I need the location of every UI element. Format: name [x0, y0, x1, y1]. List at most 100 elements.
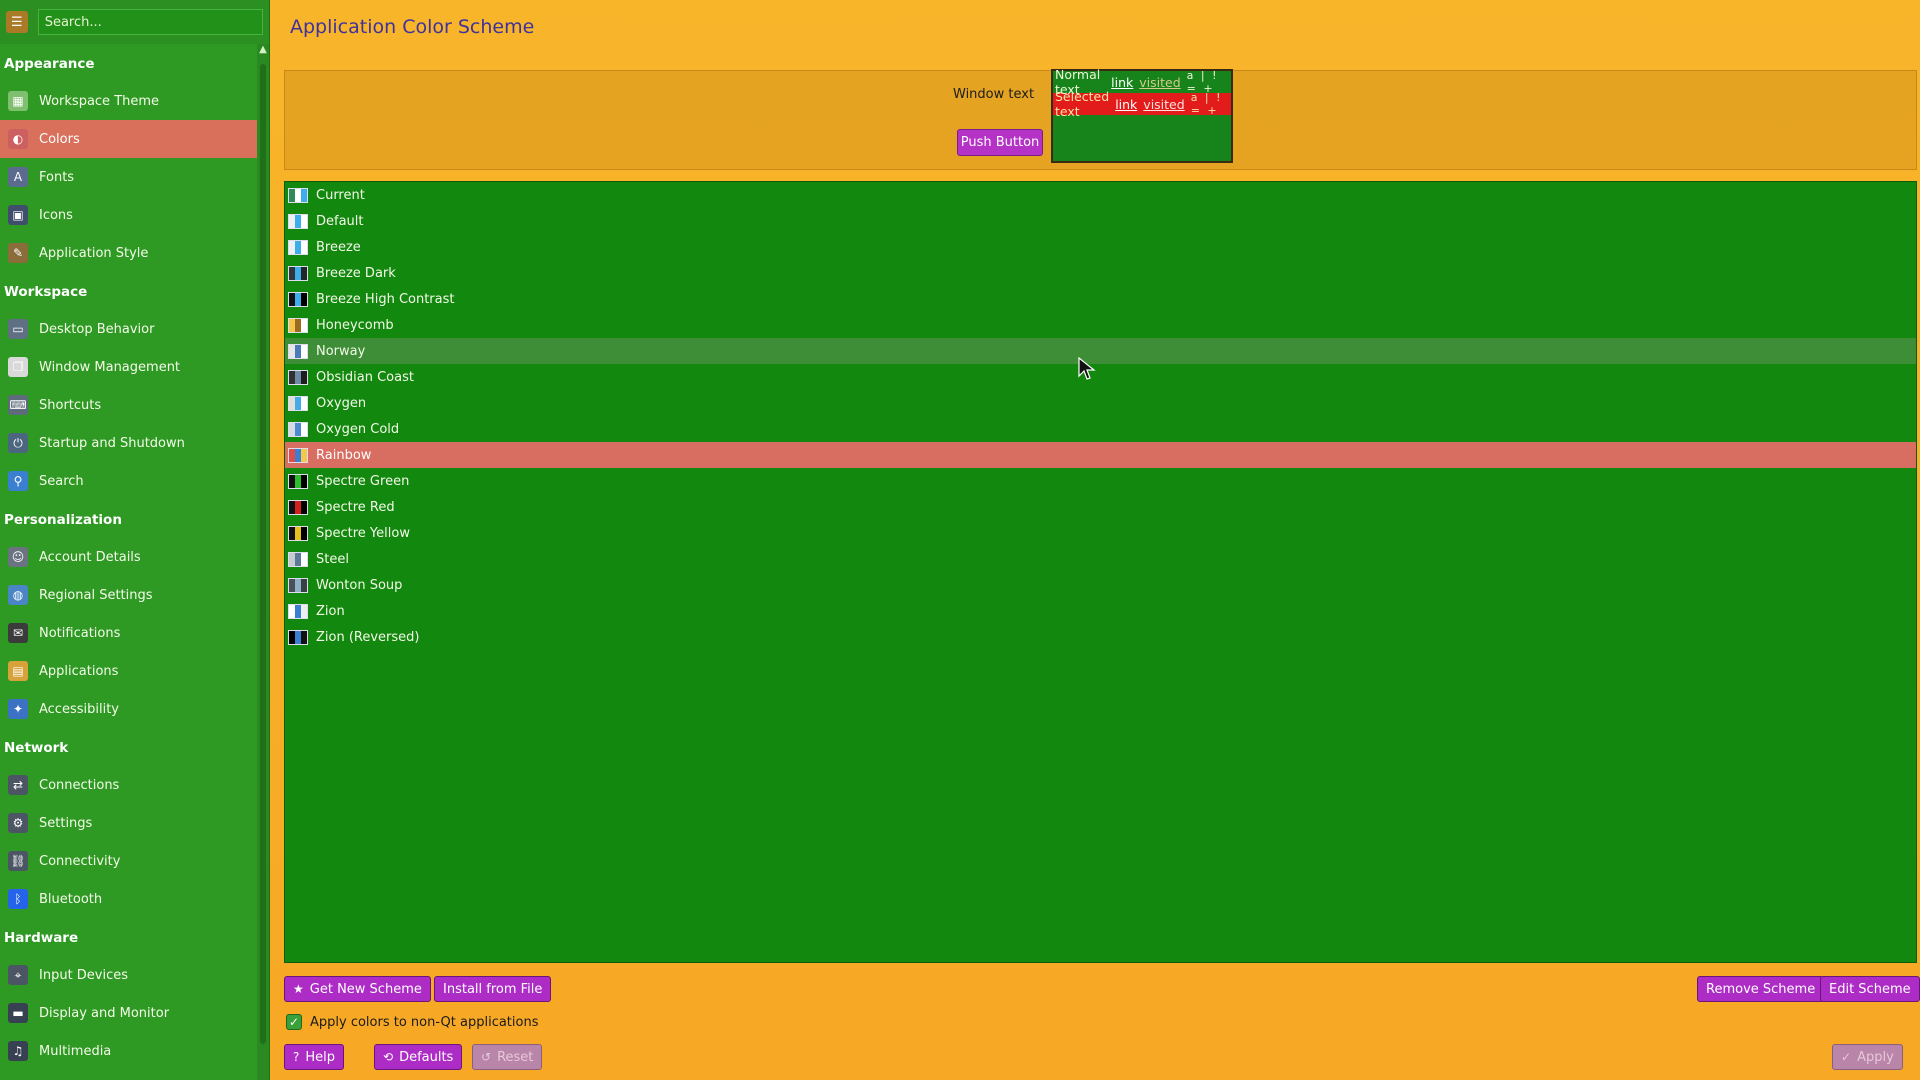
- scheme-item[interactable]: Breeze: [285, 234, 1916, 260]
- sidebar-item-label: Notifications: [39, 625, 121, 641]
- desktop-behavior-icon: ▭: [8, 319, 28, 339]
- sidebar-item-label: Settings: [39, 815, 93, 831]
- sidebar-scrollbar[interactable]: ▲: [257, 44, 269, 1080]
- network-settings-icon: ⚙: [8, 813, 28, 833]
- sidebar-item-shortcuts[interactable]: ⌨ Shortcuts: [0, 386, 258, 424]
- scheme-item[interactable]: Oxygen: [285, 390, 1916, 416]
- scheme-item[interactable]: Honeycomb: [285, 312, 1916, 338]
- input-devices-icon: ⌖: [8, 965, 28, 985]
- main-panel: Application Color Scheme Window text Pus…: [270, 0, 1920, 1080]
- hamburger-menu-icon[interactable]: ☰: [6, 11, 28, 33]
- scheme-name: Obsidian Coast: [316, 369, 414, 385]
- scheme-swatch-icon: [288, 421, 308, 437]
- scheme-item[interactable]: Spectre Green: [285, 468, 1916, 494]
- sidebar-item-icons[interactable]: ▣ Icons: [0, 196, 258, 234]
- defaults-button[interactable]: ⟲ Defaults: [374, 1044, 463, 1070]
- icons-icon: ▣: [8, 205, 28, 225]
- accessibility-icon: ✦: [8, 699, 28, 719]
- apply-non-qt-label: Apply colors to non-Qt applications: [310, 1014, 539, 1030]
- sidebar-item-label: Desktop Behavior: [39, 321, 155, 337]
- window-management-icon: ❐: [8, 357, 28, 377]
- scheme-item[interactable]: Breeze High Contrast: [285, 286, 1916, 312]
- scheme-item[interactable]: Breeze Dark: [285, 260, 1916, 286]
- sidebar-section-hardware: Hardware: [4, 930, 79, 946]
- preview-visited[interactable]: visited: [1139, 75, 1180, 90]
- sidebar-item-bluetooth[interactable]: ᛒ Bluetooth: [0, 880, 258, 918]
- sidebar-item-window-management[interactable]: ❐ Window Management: [0, 348, 258, 386]
- sidebar-item-search[interactable]: ⚲ Search: [0, 462, 258, 500]
- edit-scheme-button[interactable]: Edit Scheme: [1820, 976, 1920, 1002]
- sidebar-item-desktop-behavior[interactable]: ▭ Desktop Behavior: [0, 310, 258, 348]
- check-icon: ✓: [1841, 1050, 1852, 1064]
- sidebar-item-connectivity[interactable]: ⛓ Connectivity: [0, 842, 258, 880]
- get-new-scheme-button[interactable]: ★ Get New Scheme: [284, 976, 431, 1002]
- sidebar-item-application-style[interactable]: ✎ Application Style: [0, 234, 258, 272]
- scheme-item[interactable]: Zion: [285, 598, 1916, 624]
- scheme-item[interactable]: Spectre Red: [285, 494, 1916, 520]
- remove-scheme-button[interactable]: Remove Scheme: [1697, 976, 1825, 1002]
- sidebar-item-applications[interactable]: ▤ Applications: [0, 652, 258, 690]
- preview-link[interactable]: link: [1111, 75, 1133, 90]
- preview-selected-link[interactable]: link: [1115, 97, 1137, 112]
- scheme-item[interactable]: Current: [285, 182, 1916, 208]
- sidebar-item-colors[interactable]: ◐ Colors: [0, 120, 258, 158]
- preview-selected-visited[interactable]: visited: [1143, 97, 1184, 112]
- scheme-item[interactable]: Obsidian Coast: [285, 364, 1916, 390]
- scheme-swatch-icon: [288, 603, 308, 619]
- sidebar-item-startup-shutdown[interactable]: ⏻ Startup and Shutdown: [0, 424, 258, 462]
- shortcuts-icon: ⌨: [8, 395, 28, 415]
- apply-non-qt-checkbox[interactable]: ✓: [286, 1014, 302, 1030]
- reset-button[interactable]: ↺ Reset: [472, 1044, 543, 1070]
- edit-scheme-label: Edit Scheme: [1829, 981, 1911, 997]
- sidebar-item-label: Colors: [39, 131, 80, 147]
- scheme-name: Zion (Reversed): [316, 629, 420, 645]
- scroll-up-icon[interactable]: ▲: [257, 44, 269, 60]
- preview-text-samples: Normal text link visited a | ! = + Selec…: [1051, 67, 1233, 163]
- preview-selected-row: Selected text link visited a | ! = +: [1053, 89, 1231, 119]
- scheme-item[interactable]: Norway: [285, 338, 1916, 364]
- scheme-swatch-icon: [288, 187, 308, 203]
- sidebar-item-fonts[interactable]: A Fonts: [0, 158, 258, 196]
- sidebar-item-network-settings[interactable]: ⚙ Settings: [0, 804, 258, 842]
- reset-label: Reset: [497, 1049, 534, 1065]
- color-scheme-list[interactable]: Current Default Breeze Breeze Dark Breeze Hi…: [284, 181, 1917, 963]
- apply-button[interactable]: ✓ Apply: [1832, 1044, 1903, 1070]
- sidebar-item-label: Icons: [39, 207, 73, 223]
- scheme-swatch-icon: [288, 291, 308, 307]
- scheme-swatch-icon: [288, 525, 308, 541]
- scrollbar-thumb[interactable]: [260, 64, 266, 1044]
- sidebar-item-regional-settings[interactable]: ◍ Regional Settings: [0, 576, 258, 614]
- scheme-name: Breeze: [316, 239, 361, 255]
- install-from-file-button[interactable]: Install from File: [434, 976, 552, 1002]
- scheme-item[interactable]: Rainbow: [285, 442, 1916, 468]
- scheme-item[interactable]: Oxygen Cold: [285, 416, 1916, 442]
- search-input[interactable]: [37, 9, 263, 35]
- sidebar-item-display-monitor[interactable]: ▬ Display and Monitor: [0, 994, 258, 1032]
- sidebar-item-label: Workspace Theme: [39, 93, 160, 109]
- sidebar-item-workspace-theme[interactable]: ▦ Workspace Theme: [0, 82, 258, 120]
- scheme-item[interactable]: Steel: [285, 546, 1916, 572]
- defaults-icon: ⟲: [383, 1050, 394, 1064]
- scheme-swatch-icon: [288, 577, 308, 593]
- fonts-icon: A: [8, 167, 28, 187]
- sidebar-item-label: Application Style: [39, 245, 149, 261]
- scheme-item[interactable]: Default: [285, 208, 1916, 234]
- sidebar-item-connections[interactable]: ⇄ Connections: [0, 766, 258, 804]
- sidebar-section-workspace: Workspace: [4, 284, 88, 300]
- sidebar-item-account-details[interactable]: ☺ Account Details: [0, 538, 258, 576]
- sidebar-item-label: Multimedia: [39, 1043, 112, 1059]
- help-button[interactable]: ? Help: [284, 1044, 345, 1070]
- sidebar-item-accessibility[interactable]: ✦ Accessibility: [0, 690, 258, 728]
- apply-non-qt-option[interactable]: ✓ Apply colors to non-Qt applications: [286, 1014, 538, 1030]
- sidebar-item-input-devices[interactable]: ⌖ Input Devices: [0, 956, 258, 994]
- sidebar-item-notifications[interactable]: ✉ Notifications: [0, 614, 258, 652]
- remove-scheme-label: Remove Scheme: [1706, 981, 1816, 997]
- scheme-item[interactable]: Zion (Reversed): [285, 624, 1916, 650]
- preview-push-button[interactable]: Push Button: [957, 129, 1043, 156]
- scheme-item[interactable]: Spectre Yellow: [285, 520, 1916, 546]
- sidebar-item-multimedia[interactable]: ♫ Multimedia: [0, 1032, 258, 1070]
- scheme-name: Spectre Red: [316, 499, 395, 515]
- colors-icon: ◐: [8, 129, 28, 149]
- preview-window-text: Window text: [953, 87, 1035, 102]
- scheme-item[interactable]: Wonton Soup: [285, 572, 1916, 598]
